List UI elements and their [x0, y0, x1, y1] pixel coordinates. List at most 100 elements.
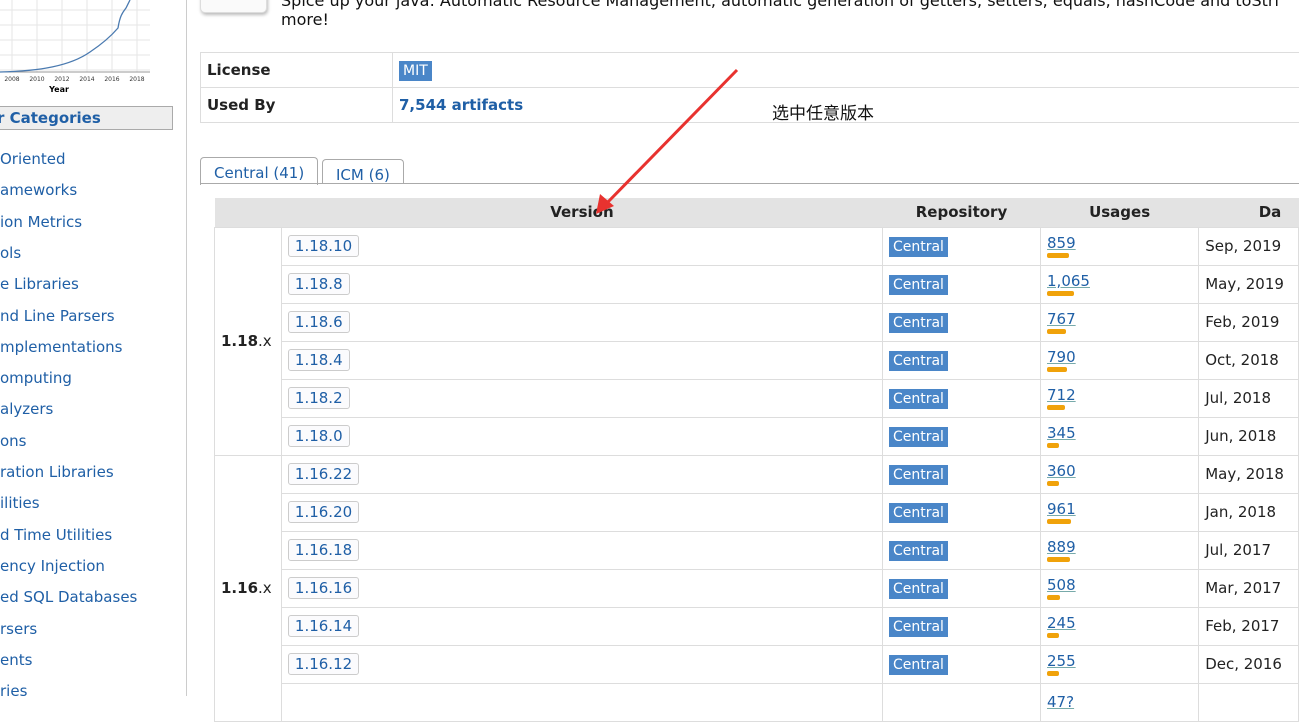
repository-badge[interactable]: Central — [888, 465, 948, 485]
version-link[interactable]: 1.18.0 — [287, 425, 350, 447]
repository-badge[interactable]: Central — [888, 389, 948, 409]
category-link[interactable]: ration Libraries — [0, 463, 114, 481]
col-date: Da — [1198, 198, 1299, 227]
x-tick-label: 2010 — [29, 76, 44, 83]
category-link[interactable]: ency Injection — [0, 557, 105, 575]
release-date: Sep, 2019 — [1198, 226, 1299, 266]
usage-bar — [1047, 367, 1068, 372]
usage-bar — [1047, 557, 1070, 562]
category-link[interactable]: ion Metrics — [0, 213, 82, 231]
release-date — [1198, 682, 1299, 722]
release-date: Oct, 2018 — [1198, 340, 1299, 380]
usages-link[interactable]: 889 — [1047, 538, 1076, 556]
repository-badge[interactable]: Central — [888, 617, 948, 637]
category-link[interactable]: Oriented — [0, 150, 66, 168]
license-badge[interactable]: MIT — [399, 61, 432, 81]
repository-badge[interactable]: Central — [888, 275, 948, 295]
table-row: 1.18.6 Central 767 Feb, 2019 — [215, 302, 1299, 342]
usages-link[interactable]: 255 — [1047, 652, 1076, 670]
usages-link[interactable]: 961 — [1047, 500, 1076, 518]
table-row: 1.16.16 Central 508 Mar, 2017 — [215, 568, 1299, 608]
x-tick-label: 2014 — [79, 76, 94, 83]
category-link[interactable]: alyzers — [0, 400, 53, 418]
version-link[interactable]: 1.16.18 — [287, 539, 360, 561]
usage-bar — [1047, 405, 1066, 410]
usage-bar — [1047, 633, 1060, 638]
version-link[interactable]: 1.16.16 — [287, 577, 360, 599]
release-date: Dec, 2016 — [1198, 644, 1299, 684]
usage-bar — [1047, 443, 1060, 448]
category-link[interactable]: ameworks — [0, 181, 77, 199]
usages-link[interactable]: 1,065 — [1047, 272, 1090, 290]
version-group: 1.18.x — [214, 226, 282, 456]
usages-link[interactable]: 859 — [1047, 234, 1076, 252]
x-tick-label: 2016 — [104, 76, 119, 83]
release-date: Feb, 2019 — [1198, 302, 1299, 342]
usage-bar — [1047, 291, 1075, 296]
usage-line — [0, 0, 131, 73]
table-row: 47? — [215, 682, 1299, 722]
usage-bar — [1047, 595, 1060, 600]
usages-link[interactable]: 360 — [1047, 462, 1076, 480]
category-link[interactable]: e Libraries — [0, 275, 79, 293]
repository-badge[interactable]: Central — [888, 237, 948, 257]
version-link[interactable]: 1.18.2 — [287, 387, 350, 409]
version-link[interactable]: 1.18.6 — [287, 311, 350, 333]
usages-link[interactable]: 767 — [1047, 310, 1076, 328]
category-link[interactable]: ols — [0, 244, 21, 262]
repository-badge[interactable]: Central — [888, 579, 948, 599]
table-row: 1.16.x 1.16.22 Central 360 May, 2018 — [214, 454, 1299, 722]
repository-badge[interactable]: Central — [888, 313, 948, 333]
category-link[interactable]: nd Line Parsers — [0, 307, 115, 325]
tab-central[interactable]: Central (41) — [200, 157, 319, 185]
version-link[interactable]: 1.18.10 — [287, 235, 360, 257]
usage-bar — [1047, 329, 1067, 334]
versions-table: Version Repository Usages Da 1.18.x 1.18.… — [214, 198, 1299, 722]
repository-badge[interactable]: Central — [888, 655, 948, 675]
sidebar: 2008 2010 2012 2014 2016 2018 Year r Categorie… — [0, 0, 187, 700]
release-date: Jul, 2018 — [1198, 378, 1299, 418]
usage-bar — [1047, 481, 1060, 486]
category-link[interactable]: ed SQL Databases — [0, 588, 137, 606]
x-tick-label: 2008 — [4, 76, 19, 83]
category-link[interactable]: ries — [0, 682, 27, 700]
repository-badge[interactable]: Central — [888, 541, 948, 561]
x-tick-label: 2012 — [54, 76, 69, 83]
used-by-link[interactable]: 7,544 artifacts — [399, 96, 523, 114]
category-link[interactable]: mplementations — [0, 338, 123, 356]
category-link[interactable]: d Time Utilities — [0, 526, 112, 544]
usage-bar — [1047, 253, 1069, 258]
repository-badge[interactable]: Central — [888, 427, 948, 447]
version-link[interactable]: 1.16.22 — [287, 463, 360, 485]
version-link[interactable]: 1.18.4 — [287, 349, 350, 371]
category-link[interactable]: ons — [0, 432, 27, 450]
category-link[interactable]: ents — [0, 651, 32, 669]
usages-link[interactable]: 245 — [1047, 614, 1076, 632]
category-link[interactable]: rsers — [0, 620, 37, 638]
info-table: License MIT Used By 7,544 artifacts — [200, 52, 1299, 123]
usages-link[interactable]: 508 — [1047, 576, 1076, 594]
category-link[interactable]: omputing — [0, 369, 72, 387]
repository-badge[interactable]: Central — [888, 503, 948, 523]
project-logo — [200, 0, 267, 13]
category-link[interactable]: ilities — [0, 494, 40, 512]
usage-bar — [1047, 671, 1060, 676]
table-row: 1.18.x 1.18.10 Central 859 Sep, 2019 — [214, 226, 1299, 456]
repository-badge[interactable]: Central — [888, 351, 948, 371]
annotation-text: 选中任意版本 — [772, 104, 874, 124]
version-link[interactable]: 1.16.20 — [287, 501, 360, 523]
tab-icm[interactable]: ICM (6) — [322, 159, 404, 184]
usages-link[interactable]: 345 — [1047, 424, 1076, 442]
usages-link[interactable]: 712 — [1047, 386, 1076, 404]
col-version: Version — [281, 198, 883, 227]
table-row: 1.16.20 Central 961 Jan, 2018 — [215, 492, 1299, 532]
usages-link[interactable]: 790 — [1047, 348, 1076, 366]
version-group: 1.16.x — [214, 454, 282, 722]
used-by-label: Used By — [200, 87, 393, 123]
categories-header: r Categories — [0, 106, 173, 130]
version-link[interactable]: 1.16.12 — [287, 653, 360, 675]
table-row: 1.16.12 Central 255 Dec, 2016 — [215, 644, 1299, 684]
table-row: 1.18.4 Central 790 Oct, 2018 — [215, 340, 1299, 380]
version-link[interactable]: 1.16.14 — [287, 615, 360, 637]
version-link[interactable]: 1.18.8 — [287, 273, 350, 295]
